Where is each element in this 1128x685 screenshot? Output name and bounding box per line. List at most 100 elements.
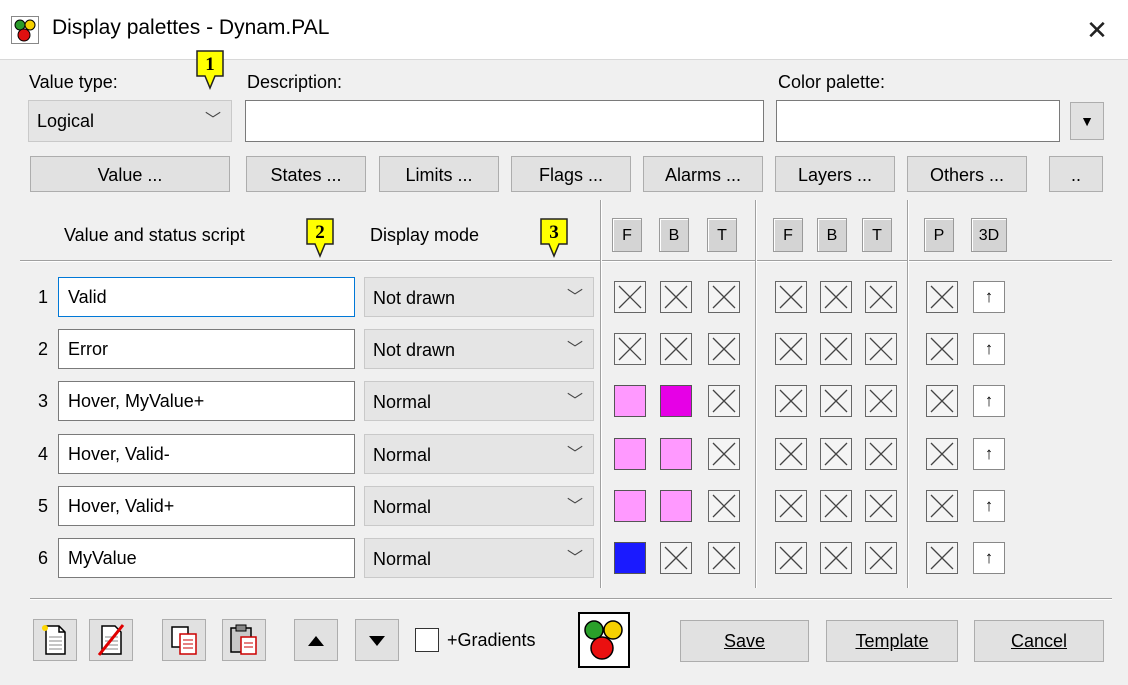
display-mode-select[interactable]: Normal ﹀ <box>364 486 594 526</box>
fg-column-button-2[interactable]: F <box>773 218 803 252</box>
limits-tab-button[interactable]: Limits ... <box>379 156 499 192</box>
empty-cross-icon <box>664 337 688 361</box>
text-color-cell-1[interactable] <box>708 385 740 417</box>
text-color-cell-2[interactable] <box>865 385 897 417</box>
bg-column-button-1[interactable]: B <box>659 218 689 252</box>
chevron-down-icon: ﹀ <box>566 393 583 410</box>
script-input[interactable]: MyValue <box>58 538 355 578</box>
pattern-cell[interactable] <box>926 490 958 522</box>
bg-color-cell-2[interactable] <box>820 438 852 470</box>
bg-color-cell-2[interactable] <box>820 333 852 365</box>
pattern-cell[interactable] <box>926 281 958 313</box>
raise-3d-button[interactable]: ↑ <box>973 333 1005 365</box>
script-input[interactable]: Hover, MyValue+ <box>58 381 355 421</box>
alarms-tab-button[interactable]: Alarms ... <box>643 156 763 192</box>
text-column-button-2[interactable]: T <box>862 218 892 252</box>
bg-color-cell-1[interactable] <box>660 281 692 313</box>
fg-color-cell-2[interactable] <box>775 438 807 470</box>
text-color-cell-2[interactable] <box>865 438 897 470</box>
fg-color-cell-1[interactable] <box>614 281 646 313</box>
fg-color-cell-1[interactable] <box>614 333 646 365</box>
pattern-cell[interactable] <box>926 385 958 417</box>
bg-color-cell-2[interactable] <box>820 490 852 522</box>
move-up-button[interactable] <box>294 619 338 661</box>
bg-color-cell-2[interactable] <box>820 542 852 574</box>
color-palette-input[interactable] <box>776 100 1060 142</box>
pattern-cell[interactable] <box>926 438 958 470</box>
fg-column-button-1[interactable]: F <box>612 218 642 252</box>
pattern-cell[interactable] <box>926 333 958 365</box>
display-mode-select[interactable]: Normal ﹀ <box>364 434 594 474</box>
arrow-up-icon: ↑ <box>984 339 994 358</box>
bg-color-cell-2[interactable] <box>820 385 852 417</box>
display-mode-select[interactable]: Normal ﹀ <box>364 538 594 578</box>
bg-color-cell-1[interactable] <box>660 333 692 365</box>
text-color-cell-1[interactable] <box>708 281 740 313</box>
gradients-checkbox[interactable] <box>415 628 439 652</box>
value-tab-button[interactable]: Value ... <box>30 156 230 192</box>
raise-3d-button[interactable]: ↑ <box>973 490 1005 522</box>
value-type-select[interactable]: Logical ﹀ <box>28 100 232 142</box>
fg-color-cell-2[interactable] <box>775 281 807 313</box>
raise-3d-button[interactable]: ↑ <box>973 385 1005 417</box>
description-input[interactable] <box>245 100 764 142</box>
display-mode-select[interactable]: Not drawn ﹀ <box>364 329 594 369</box>
states-tab-button[interactable]: States ... <box>246 156 366 192</box>
fg-color-cell-2[interactable] <box>775 490 807 522</box>
raise-3d-button[interactable]: ↑ <box>973 542 1005 574</box>
paste-button[interactable] <box>222 619 266 661</box>
bg-color-cell-1[interactable] <box>660 438 692 470</box>
footer-divider <box>30 598 1112 600</box>
display-mode-select[interactable]: Normal ﹀ <box>364 381 594 421</box>
script-input[interactable]: Hover, Valid+ <box>58 486 355 526</box>
p-column-button[interactable]: P <box>924 218 954 252</box>
bg-color-cell-1[interactable] <box>660 490 692 522</box>
fg-color-cell-2[interactable] <box>775 385 807 417</box>
script-input[interactable]: Hover, Valid- <box>58 434 355 474</box>
pattern-cell[interactable] <box>926 542 958 574</box>
row-number: 6 <box>37 548 48 568</box>
arrow-up-icon: ↑ <box>984 287 994 306</box>
fg-color-cell-1[interactable] <box>614 490 646 522</box>
text-color-cell-1[interactable] <box>708 490 740 522</box>
raise-3d-button[interactable]: ↑ <box>973 281 1005 313</box>
delete-item-button[interactable] <box>89 619 133 661</box>
3d-column-button[interactable]: 3D <box>971 218 1007 252</box>
fg-color-cell-1[interactable] <box>614 438 646 470</box>
fg-color-cell-1[interactable] <box>614 385 646 417</box>
more-tab-button[interactable]: .. <box>1049 156 1103 192</box>
text-color-cell-2[interactable] <box>865 333 897 365</box>
chevron-down-icon: ﹀ <box>566 289 583 306</box>
flags-tab-button[interactable]: Flags ... <box>511 156 631 192</box>
save-button[interactable]: Save <box>680 620 809 662</box>
bg-column-button-2[interactable]: B <box>817 218 847 252</box>
text-color-cell-2[interactable] <box>865 542 897 574</box>
script-input[interactable]: Valid <box>58 277 355 317</box>
close-button[interactable]: ✕ <box>1078 12 1116 48</box>
fg-color-cell-2[interactable] <box>775 333 807 365</box>
text-color-cell-1[interactable] <box>708 438 740 470</box>
empty-cross-icon <box>824 285 848 309</box>
text-color-cell-1[interactable] <box>708 333 740 365</box>
bg-color-cell-2[interactable] <box>820 281 852 313</box>
color-palette-dropdown-button[interactable]: ▼ <box>1070 102 1104 140</box>
others-tab-button[interactable]: Others ... <box>907 156 1027 192</box>
text-color-cell-1[interactable] <box>708 542 740 574</box>
text-column-button-1[interactable]: T <box>707 218 737 252</box>
layers-tab-button[interactable]: Layers ... <box>775 156 895 192</box>
text-color-cell-2[interactable] <box>865 281 897 313</box>
fg-color-cell-2[interactable] <box>775 542 807 574</box>
fg-color-cell-1[interactable] <box>614 542 646 574</box>
template-button[interactable]: Template <box>826 620 958 662</box>
bg-color-cell-1[interactable] <box>660 385 692 417</box>
move-down-button[interactable] <box>355 619 399 661</box>
script-input[interactable]: Error <box>58 329 355 369</box>
raise-3d-button[interactable]: ↑ <box>973 438 1005 470</box>
display-mode-select[interactable]: Not drawn ﹀ <box>364 277 594 317</box>
cancel-button[interactable]: Cancel <box>974 620 1104 662</box>
text-color-cell-2[interactable] <box>865 490 897 522</box>
bg-color-cell-1[interactable] <box>660 542 692 574</box>
new-item-button[interactable] <box>33 619 77 661</box>
copy-button[interactable] <box>162 619 206 661</box>
palette-preview-button[interactable] <box>578 612 630 668</box>
